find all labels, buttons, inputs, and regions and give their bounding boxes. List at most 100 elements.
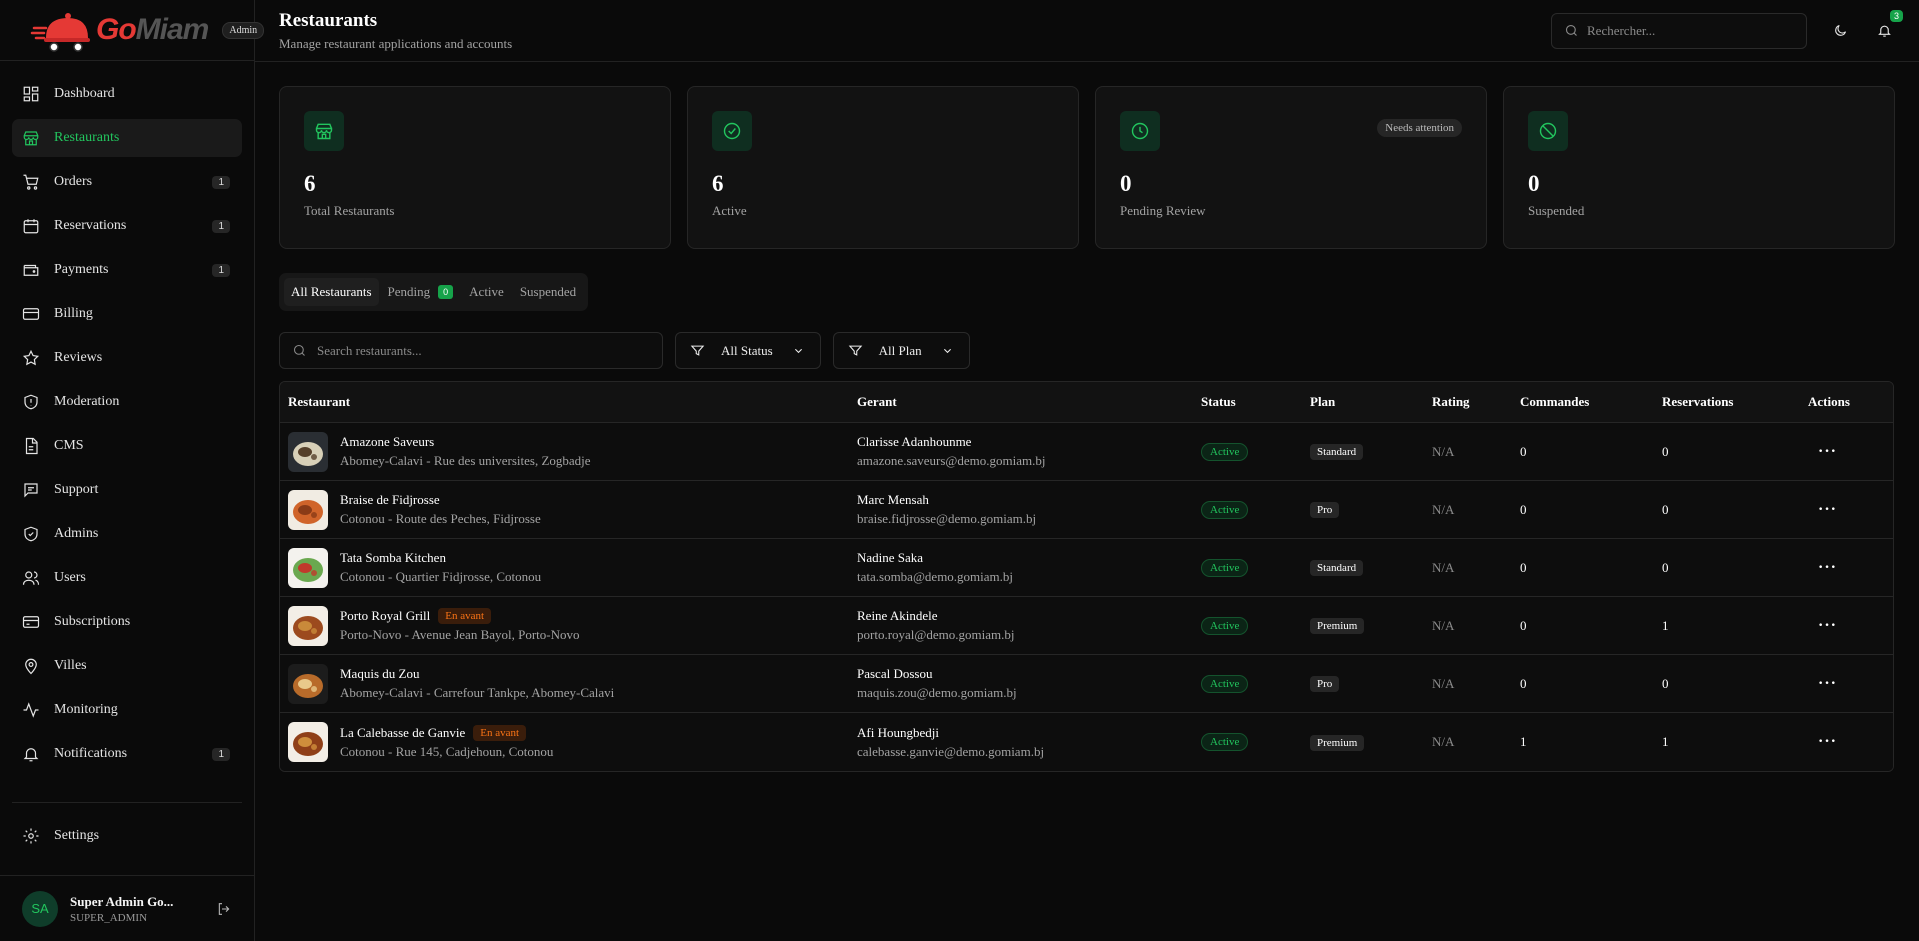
status-badge: Active xyxy=(1201,674,1249,693)
tab-pending-label: Pending xyxy=(387,284,431,299)
plan-cell: Pro xyxy=(1302,501,1424,518)
row-actions-button[interactable]: ··· xyxy=(1800,559,1893,577)
notifications-button[interactable]: 3 xyxy=(1873,9,1903,42)
ban-icon xyxy=(1539,122,1557,140)
sidebar-item-subscriptions[interactable]: Subscriptions xyxy=(12,603,242,641)
stat-label: Active xyxy=(712,203,747,218)
sidebar-item-dashboard[interactable]: Dashboard xyxy=(12,75,242,113)
row-actions-button[interactable]: ··· xyxy=(1800,443,1893,461)
status-cell: Active xyxy=(1193,616,1302,635)
sidebar-item-label: Admins xyxy=(54,526,99,541)
reservations-cell: 0 xyxy=(1662,501,1669,517)
row-actions-button[interactable]: ··· xyxy=(1800,501,1893,519)
table-row[interactable]: Braise de Fidjrosse Cotonou - Route des P… xyxy=(280,481,1893,539)
restaurant-thumbnail xyxy=(288,605,328,646)
sidebar-item-label: Users xyxy=(54,570,86,585)
sidebar: GoMiam Admin Dashboard Restaurants Orders 1… xyxy=(0,0,265,941)
tab-pending[interactable]: Pending 0 xyxy=(381,278,461,306)
plan-filter-select[interactable]: All Plan xyxy=(832,332,970,369)
restaurant-search-input[interactable]: Search restaurants... xyxy=(279,332,663,369)
notification-count-badge: 3 xyxy=(1889,9,1903,22)
sidebar-item-label: Orders xyxy=(54,174,93,189)
orders-cell: 0 xyxy=(1520,501,1527,517)
row-actions-button[interactable]: ··· xyxy=(1800,675,1893,693)
sidebar-item-monitoring[interactable]: Monitoring xyxy=(12,691,242,729)
sidebar-item-billing[interactable]: Billing xyxy=(12,295,242,333)
table-row[interactable]: Porto Royal Grill En avant Porto-Novo - Av… xyxy=(280,597,1893,655)
status-badge: Active xyxy=(1201,558,1249,577)
plan-cell: Standard xyxy=(1302,559,1424,576)
manager-cell: Clarisse Adanhounme amazone.saveurs@demo.… xyxy=(849,434,1193,469)
restaurant-thumbnail xyxy=(288,722,328,762)
stat-label: Pending Review xyxy=(1120,203,1206,218)
restaurant-cell: Maquis du Zou Abomey-Calavi - Carrefour T… xyxy=(280,663,849,704)
dashboard-icon xyxy=(23,86,39,102)
topbar: Restaurants Manage restaurant applicatio… xyxy=(255,0,1919,62)
table-row[interactable]: Amazone Saveurs Abomey-Calavi - Rue des u… xyxy=(280,423,1893,481)
sidebar-item-cms[interactable]: CMS xyxy=(12,427,242,465)
store-icon xyxy=(315,123,333,140)
sidebar-item-admins[interactable]: Admins xyxy=(12,515,242,553)
wallet-icon xyxy=(23,264,39,276)
tab-active[interactable]: Active xyxy=(462,278,511,306)
restaurant-address: Abomey-Calavi - Rue des universites, Zog… xyxy=(340,453,591,468)
user-role: SUPER_ADMIN xyxy=(70,911,148,924)
message-icon xyxy=(24,483,38,498)
rating-cell: N/A xyxy=(1432,501,1455,517)
plan-filter-value: All Plan xyxy=(878,342,922,358)
status-badge: Active xyxy=(1201,500,1249,519)
restaurant-cell: Braise de Fidjrosse Cotonou - Route des P… xyxy=(280,489,849,530)
plan-cell: Pro xyxy=(1302,675,1424,692)
stat-icon xyxy=(304,111,344,151)
sidebar-item-label: Dashboard xyxy=(54,86,115,101)
main: Restaurants Manage restaurant applicatio… xyxy=(255,0,1919,941)
table-row[interactable]: La Calebasse de Ganvie En avant Cotonou - … xyxy=(280,713,1893,771)
theme-toggle-button[interactable] xyxy=(1829,20,1851,42)
user-profile[interactable]: SA Super Admin Go... SUPER_ADMIN xyxy=(0,875,254,941)
sidebar-item-villes[interactable]: Villes xyxy=(12,647,242,685)
sidebar-item-moderation[interactable]: Moderation xyxy=(12,383,242,421)
sidebar-item-label: Villes xyxy=(54,658,87,673)
sidebar-item-label: Reservations xyxy=(54,218,127,233)
column-header-actions: Actions xyxy=(1808,394,1850,409)
bell-icon xyxy=(23,748,39,762)
map-pin-icon xyxy=(25,658,37,675)
sidebar-item-label: Reviews xyxy=(54,350,103,365)
plan-badge: Premium xyxy=(1310,734,1365,751)
stat-value: 0 xyxy=(1528,171,1540,196)
table-row[interactable]: Tata Somba Kitchen Cotonou - Quartier Fid… xyxy=(280,539,1893,597)
status-filter-select[interactable]: All Status xyxy=(675,332,821,369)
restaurant-name: Braise de Fidjrosse xyxy=(340,492,440,507)
plan-cell: Standard xyxy=(1302,443,1424,460)
tab-all-restaurants[interactable]: All Restaurants xyxy=(284,278,379,306)
column-header-status: Status xyxy=(1201,394,1236,409)
restaurant-search-placeholder: Search restaurants... xyxy=(317,342,422,358)
column-header-restaurant: Restaurant xyxy=(288,394,351,409)
sidebar-item-settings[interactable]: Settings xyxy=(12,817,242,855)
sidebar-item-reservations[interactable]: Reservations 1 xyxy=(12,207,242,245)
logo[interactable]: GoMiam xyxy=(30,8,209,52)
plan-cell: Premium xyxy=(1302,734,1424,751)
sidebar-item-restaurants[interactable]: Restaurants xyxy=(12,119,242,157)
restaurant-name: Maquis du Zou xyxy=(340,666,420,681)
row-actions-button[interactable]: ··· xyxy=(1800,733,1893,751)
stat-value: 6 xyxy=(304,171,316,196)
sidebar-item-reviews[interactable]: Reviews xyxy=(12,339,242,377)
sidebar-item-label: Restaurants xyxy=(54,130,120,145)
row-actions-button[interactable]: ··· xyxy=(1800,617,1893,635)
sidebar-item-payments[interactable]: Payments 1 xyxy=(12,251,242,289)
sidebar-item-orders[interactable]: Orders 1 xyxy=(12,163,242,201)
global-search-input[interactable]: Rechercher... xyxy=(1551,12,1807,49)
sidebar-item-users[interactable]: Users xyxy=(12,559,242,597)
column-header-rating: Rating xyxy=(1432,394,1470,409)
cart-icon xyxy=(23,174,39,190)
table-row[interactable]: Maquis du Zou Abomey-Calavi - Carrefour T… xyxy=(280,655,1893,713)
page-title: Restaurants xyxy=(279,9,378,31)
sidebar-item-notifications[interactable]: Notifications 1 xyxy=(12,735,242,773)
logout-icon[interactable] xyxy=(216,901,232,917)
stat-icon xyxy=(1120,111,1160,151)
orders-cell: 0 xyxy=(1520,443,1527,459)
brand: GoMiam Admin xyxy=(0,0,265,61)
sidebar-item-support[interactable]: Support xyxy=(12,471,242,509)
tab-suspended[interactable]: Suspended xyxy=(513,278,583,306)
